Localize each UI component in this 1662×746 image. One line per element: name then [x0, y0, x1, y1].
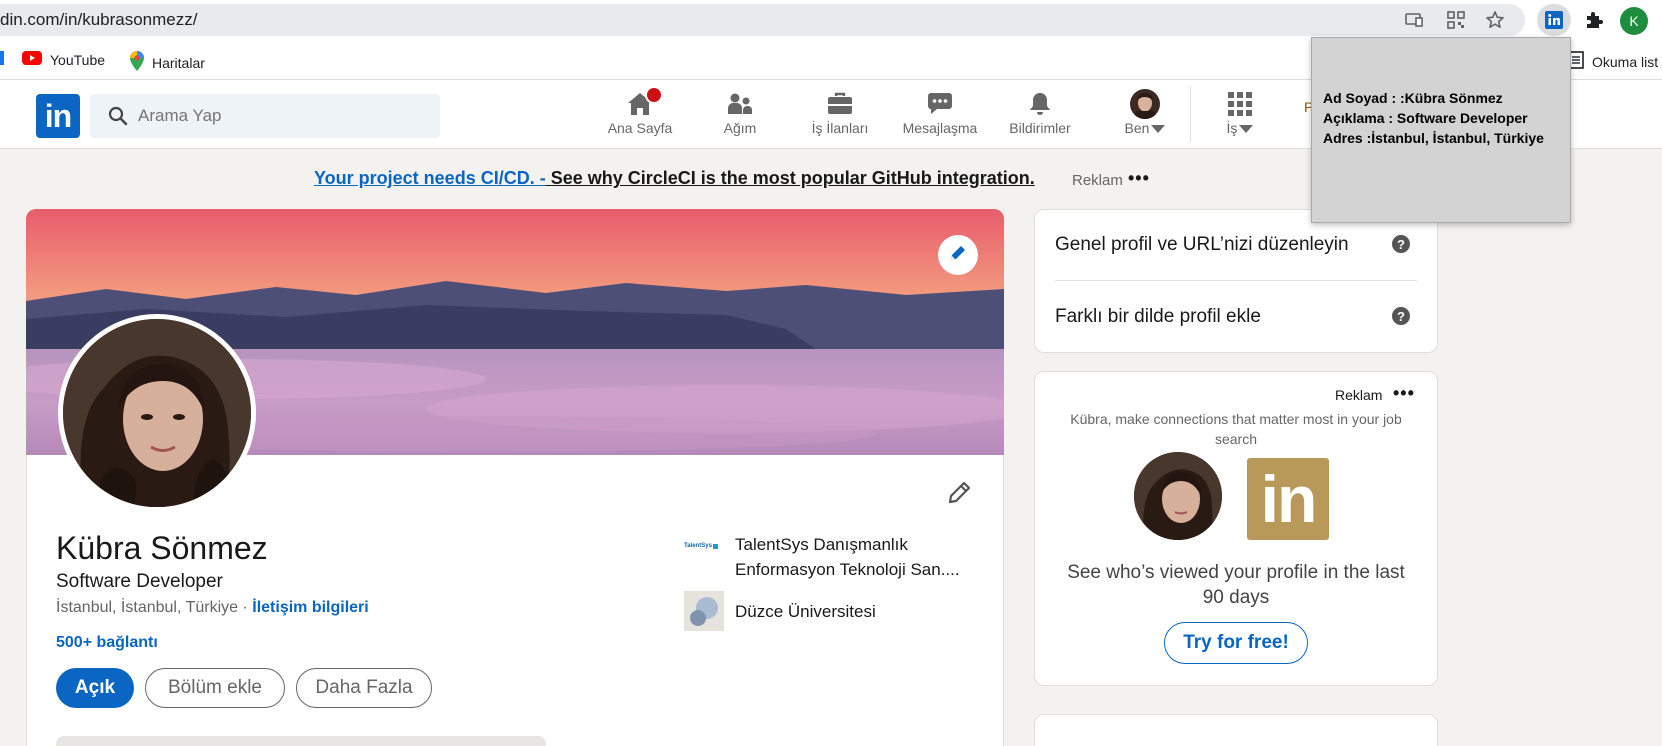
search-icon: [108, 106, 128, 131]
nav-item-network[interactable]: Ağım: [700, 88, 780, 146]
linkedin-premium-logo: in: [1247, 458, 1329, 540]
popup-address-line: Adres :İstanbul, İstanbul, Türkiye: [1323, 130, 1544, 146]
experience-company[interactable]: TalentSys Danışmanlık Enformasyon Teknol…: [735, 532, 960, 582]
pencil-icon: [948, 243, 968, 268]
bookmark-label: YouTube: [50, 51, 106, 68]
experience-company-line2: Enformasyon Teknoloji San....: [735, 560, 960, 579]
reading-list-button[interactable]: Okuma list: [1568, 51, 1658, 72]
profile-headline: Software Developer: [56, 571, 223, 592]
me-avatar-wrap: [1130, 88, 1160, 120]
nav-divider: [1190, 86, 1191, 142]
ad-text[interactable]: See why CircleCI is the most popular Git…: [546, 168, 1035, 188]
edit-public-profile-link[interactable]: Genel profil ve URL’nizi düzenleyin: [1055, 234, 1349, 256]
nav-item-home[interactable]: Ana Sayfa: [596, 86, 684, 146]
search-input[interactable]: [138, 94, 428, 138]
briefcase-icon: [827, 88, 853, 120]
school-logo[interactable]: [684, 591, 724, 631]
ad-cta-text: See who’s viewed your profile in the las…: [1067, 562, 1405, 608]
nav-label: İş İlanları: [811, 120, 869, 136]
messaging-icon: [927, 88, 953, 120]
nav-label: Ağım: [723, 120, 757, 136]
education-school[interactable]: Düzce Üniversitesi: [735, 602, 876, 622]
avatar: [1130, 89, 1160, 119]
bookmark-star-icon[interactable]: [1485, 10, 1505, 30]
help-icon[interactable]: ?: [1392, 307, 1410, 325]
profile-name: Kübra Sönmez: [56, 530, 268, 566]
search-box[interactable]: [90, 94, 440, 138]
notification-badge: [645, 86, 663, 104]
contact-info-link[interactable]: İletişim bilgileri: [252, 599, 368, 616]
qr-code-icon[interactable]: [1446, 10, 1466, 30]
bell-icon: [1028, 88, 1052, 120]
ad-label: Reklam: [1335, 387, 1383, 403]
nav-label: Ben: [1124, 120, 1150, 136]
url-text[interactable]: din.com/in/kubrasonmezz/: [0, 10, 197, 30]
profile-photo[interactable]: [58, 314, 256, 512]
profile-links-card: [1034, 209, 1438, 353]
logo-square-icon: [712, 543, 718, 549]
popup-name-line: Ad Soyad : :Kübra Sönmez: [1323, 90, 1503, 106]
profile-location: İstanbul, İstanbul, Türkiye ·: [56, 599, 253, 616]
browser-profile-avatar[interactable]: K: [1620, 7, 1648, 35]
me-label-wrap: Ben: [1125, 120, 1166, 136]
cast-icon[interactable]: [1404, 10, 1424, 30]
maps-pin-icon: [130, 51, 144, 74]
add-section-button[interactable]: Bölüm ekle: [145, 668, 285, 708]
ad-link[interactable]: Your project needs CI/CD. -: [314, 168, 546, 188]
sidebar-card: [1034, 714, 1438, 746]
more-options-icon[interactable]: •••: [1393, 383, 1415, 404]
nav-label: Bildirimler: [1009, 120, 1071, 136]
divider: [1055, 280, 1417, 281]
bookmark-label: Haritalar: [152, 54, 205, 71]
work-label-wrap: İş: [1227, 120, 1254, 136]
youtube-icon: [22, 51, 42, 68]
ad-label: Reklam: [1072, 172, 1123, 189]
address-bar[interactable]: [0, 4, 1525, 36]
profile-location-row: İstanbul, İstanbul, Türkiye · İletişim b…: [56, 599, 369, 617]
network-icon: [727, 88, 753, 120]
nav-label: Ana Sayfa: [607, 120, 673, 136]
caret-down-icon: [1151, 120, 1166, 136]
company-logo[interactable]: TalentSys: [684, 536, 724, 556]
nav-item-jobs[interactable]: İş İlanları: [795, 88, 885, 146]
more-button[interactable]: Daha Fazla: [296, 668, 432, 708]
open-to-work-panel: [56, 736, 546, 746]
linkedin-logo[interactable]: in: [36, 94, 80, 138]
bookmark-maps[interactable]: Haritalar: [130, 51, 205, 74]
bookmark-youtube[interactable]: YouTube: [22, 51, 105, 68]
more-options-icon[interactable]: •••: [1128, 168, 1150, 189]
home-icon: [627, 86, 663, 120]
bookmark-folder-icon: [0, 51, 4, 65]
add-language-profile-link[interactable]: Farklı bir dilde profil ekle: [1055, 306, 1261, 328]
reading-list-label: Okuma list: [1592, 53, 1659, 70]
edit-banner-button[interactable]: [938, 235, 978, 275]
ad-message: Kübra, make connections that matter most…: [1070, 411, 1402, 447]
avatar: [1134, 452, 1222, 540]
grid-icon: [1227, 88, 1253, 120]
company-logo-text: TalentSys: [684, 543, 712, 549]
nav-item-work[interactable]: İş: [1210, 88, 1270, 146]
open-to-button[interactable]: Açık: [56, 668, 134, 708]
nav-label: Mesajlaşma: [902, 120, 978, 136]
nav-item-notifications[interactable]: Bildirimler: [1000, 88, 1080, 146]
top-ad-banner[interactable]: Your project needs CI/CD. - See why Circ…: [314, 168, 1035, 189]
linkedin-extension-icon[interactable]: [1544, 10, 1564, 30]
nav-item-me[interactable]: Ben: [1110, 88, 1180, 146]
pencil-icon: [946, 480, 972, 511]
connections-link[interactable]: 500+ bağlantı: [56, 634, 158, 652]
nav-label: İş: [1226, 120, 1238, 136]
caret-down-icon: [1239, 120, 1254, 136]
help-icon[interactable]: ?: [1392, 235, 1410, 253]
extensions-puzzle-icon[interactable]: [1584, 10, 1604, 30]
bookmark-edge[interactable]: [0, 51, 4, 65]
nav-item-messaging[interactable]: Mesajlaşma: [890, 88, 990, 146]
try-free-button[interactable]: Try for free!: [1164, 622, 1308, 664]
popup-description-line: Açıklama : Software Developer: [1323, 110, 1528, 126]
edit-intro-button[interactable]: [942, 478, 976, 512]
experience-company-line1: TalentSys Danışmanlık: [735, 535, 908, 554]
